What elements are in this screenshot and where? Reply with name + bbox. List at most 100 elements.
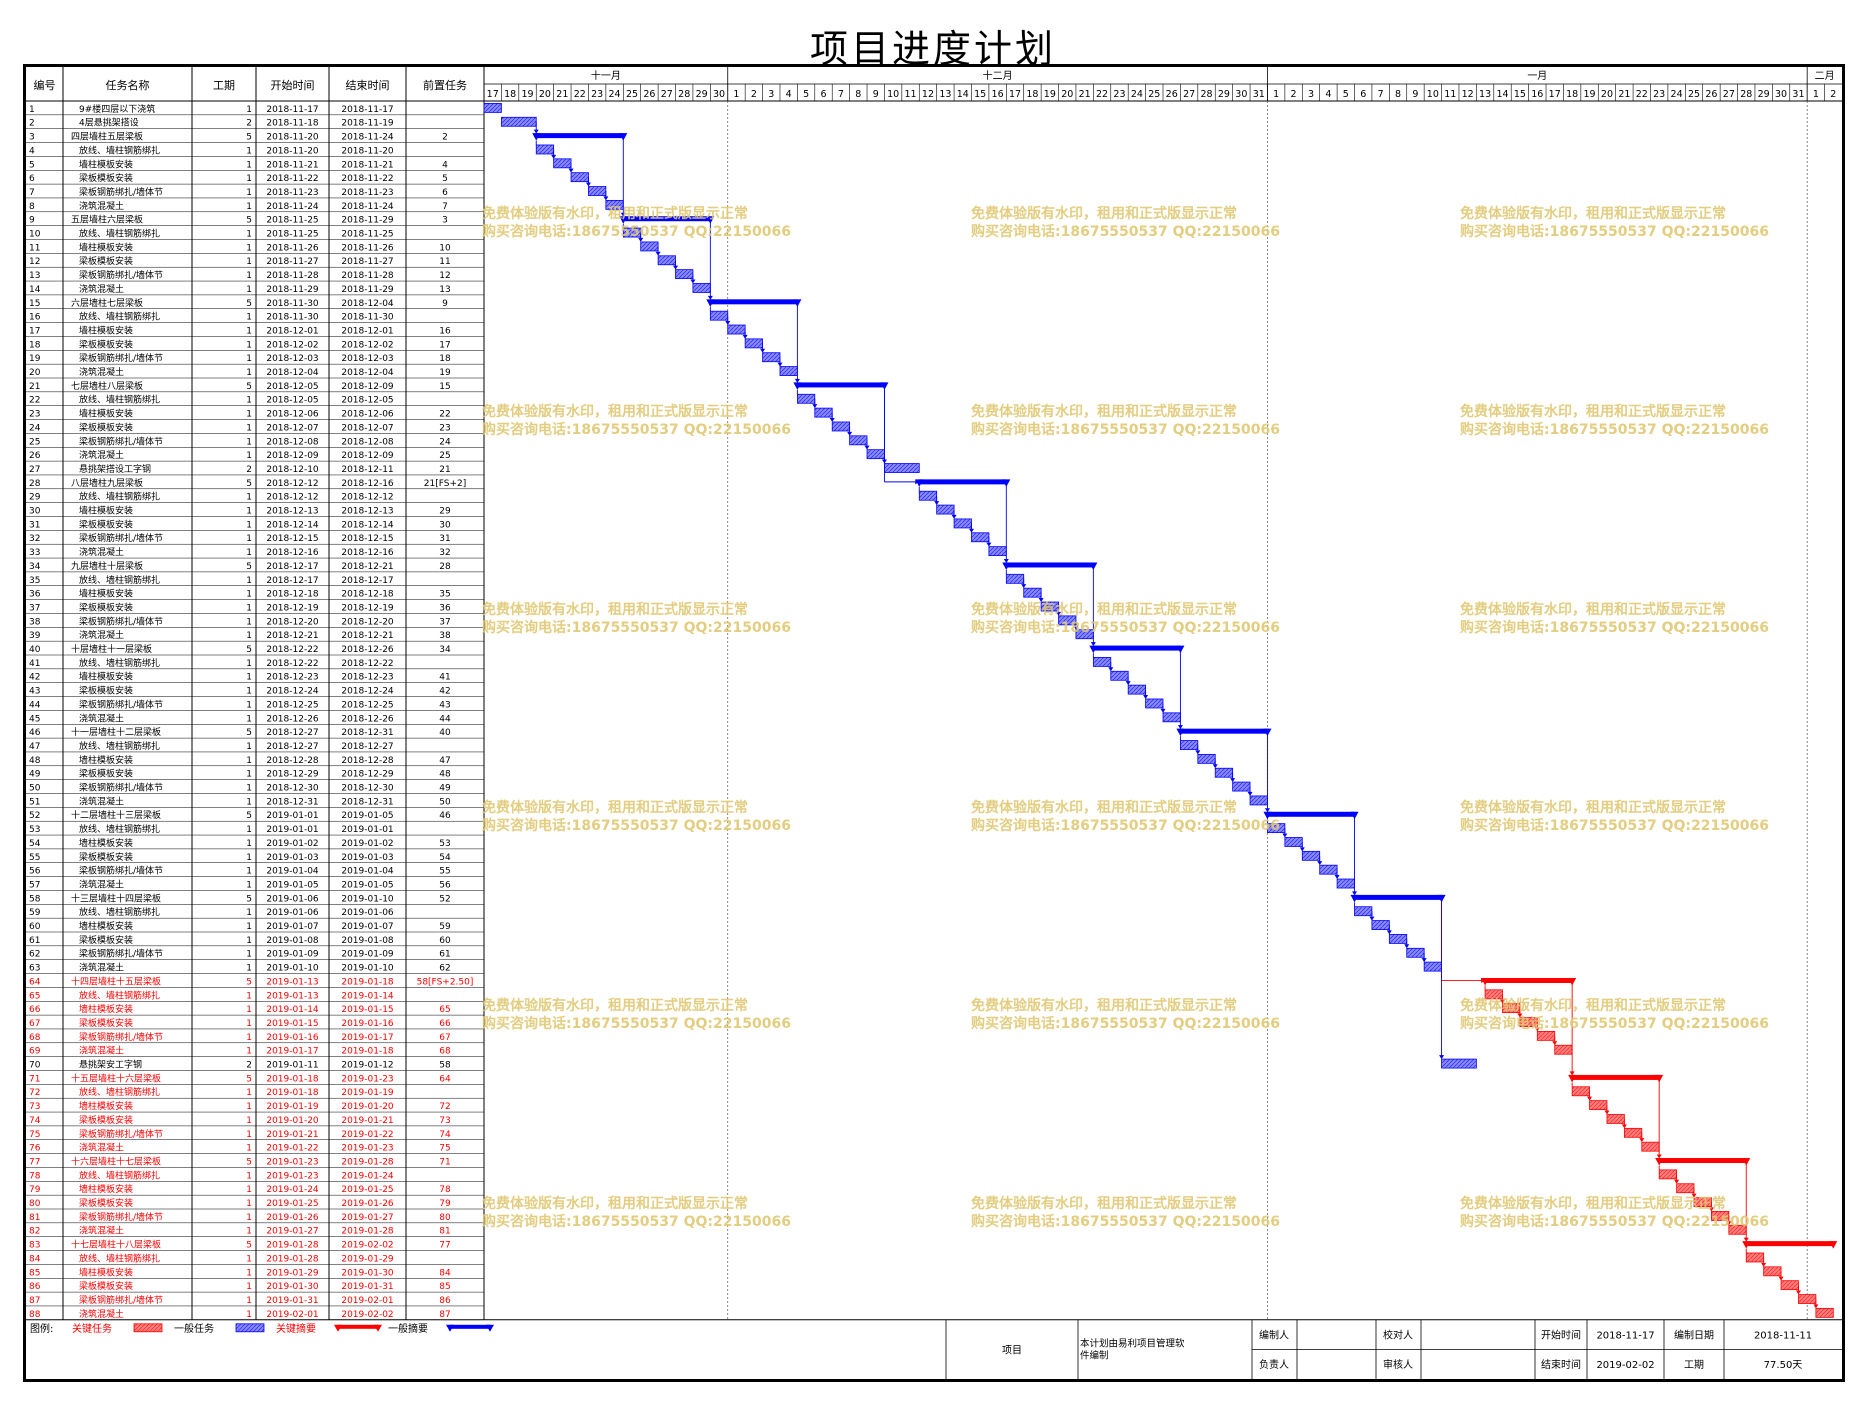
- day-label: 13: [939, 89, 951, 100]
- task-name: 墙柱模板安装: [79, 1100, 133, 1112]
- task-id: 40: [29, 645, 41, 655]
- task-name: 墙柱模板安装: [79, 158, 133, 170]
- day-label: 19: [1044, 89, 1056, 100]
- task-id: 7: [29, 188, 35, 198]
- task-name: 梁板钢筋绑扎/墙体节: [79, 698, 163, 710]
- task-id: 34: [29, 562, 41, 572]
- day-label: 20: [539, 89, 551, 100]
- dependency-arrowhead: [1264, 808, 1270, 813]
- task-bar: [1780, 1280, 1799, 1291]
- task-start: 2018-11-18: [266, 119, 319, 129]
- task-start: 2018-12-08: [266, 437, 319, 447]
- day-label: 17: [1549, 89, 1561, 100]
- task-end: 2019-01-05: [341, 811, 393, 821]
- task-start: 2018-12-23: [266, 673, 318, 683]
- task-bar: [953, 518, 972, 529]
- task-name: 浇筑混凝土: [79, 200, 124, 212]
- task-predecessor: 59: [439, 922, 451, 932]
- task-id: 73: [29, 1102, 40, 1112]
- task-start: 2019-01-31: [266, 1296, 318, 1306]
- task-duration: 1: [246, 160, 252, 170]
- task-duration: 5: [246, 728, 252, 738]
- task-start: 2018-12-12: [266, 479, 318, 489]
- task-name: 梁板钢筋绑扎/墙体节: [79, 615, 163, 627]
- task-predecessor: 42: [439, 687, 450, 697]
- task-id: 54: [29, 839, 41, 849]
- task-bar: [483, 103, 502, 113]
- task-start: 2018-12-04: [266, 368, 319, 378]
- dependency-arrowhead: [1299, 847, 1305, 852]
- task-predecessor: 16: [439, 326, 451, 336]
- task-end: 2018-12-26: [341, 645, 394, 655]
- task-predecessor: 40: [439, 728, 451, 738]
- task-id: 13: [29, 271, 40, 281]
- task-bar: [657, 255, 676, 266]
- task-id: 50: [29, 784, 41, 794]
- task-id: 87: [29, 1296, 40, 1306]
- task-bar: [1267, 823, 1286, 834]
- task-id: 36: [29, 590, 41, 600]
- task-bar: [727, 324, 746, 335]
- task-start: 2018-12-15: [266, 534, 318, 544]
- day-label: 28: [678, 89, 690, 100]
- task-name: 梁板模板安装: [79, 851, 133, 863]
- task-start: 2018-11-24: [266, 202, 319, 212]
- task-id: 53: [29, 825, 40, 835]
- day-label: 20: [1601, 89, 1613, 100]
- task-name: 放线、墙柱钢筋绑扎: [79, 574, 160, 586]
- task-duration: 5: [246, 479, 252, 489]
- task-predecessor: 81: [439, 1227, 450, 1237]
- day-label: 9: [873, 89, 879, 100]
- day-label: 24: [609, 89, 621, 100]
- task-id: 32: [29, 534, 40, 544]
- task-name: 浇筑混凝土: [79, 962, 124, 974]
- task-start: 2018-12-22: [266, 645, 318, 655]
- task-start: 2019-01-05: [266, 880, 318, 890]
- task-duration: 1: [246, 603, 252, 613]
- task-id: 41: [29, 659, 40, 669]
- task-predecessor: 38: [439, 631, 451, 641]
- task-duration: 1: [246, 354, 252, 364]
- legend-label: 图例:: [30, 1322, 53, 1335]
- task-duration: 2: [246, 465, 252, 475]
- task-start: 2019-01-22: [266, 1144, 318, 1154]
- task-name: 梁板钢筋绑扎/墙体节: [79, 435, 163, 447]
- task-end: 2019-01-23: [341, 1144, 393, 1154]
- software-note-cont: 件编制: [1080, 1349, 1109, 1361]
- day-label: 31: [1253, 89, 1265, 100]
- task-id: 25: [29, 437, 40, 447]
- task-bar: [1441, 1058, 1477, 1069]
- task-start: 2019-01-10: [266, 964, 319, 974]
- dependency-arrowhead: [1212, 764, 1218, 769]
- task-end: 2019-01-19: [341, 1088, 394, 1098]
- day-label: 5: [1343, 89, 1349, 100]
- task-duration: 1: [246, 714, 252, 724]
- task-end: 2018-12-28: [341, 756, 394, 766]
- month-label: 十二月: [983, 69, 1013, 82]
- summary-bar: [1746, 1241, 1834, 1247]
- task-predecessor: 48: [439, 770, 451, 780]
- day-label: 26: [1166, 89, 1178, 100]
- task-name: 墙柱模板安装: [79, 408, 133, 420]
- day-label: 29: [1218, 89, 1230, 100]
- legend-critical-summary-swatch: [338, 1324, 378, 1329]
- task-end: 2018-12-03: [341, 354, 393, 364]
- task-predecessor: 24: [439, 437, 451, 447]
- legend-normal-task: 一般任务: [174, 1322, 214, 1335]
- dependency-arrowhead: [1090, 642, 1096, 647]
- task-end: 2019-02-02: [341, 1241, 393, 1251]
- task-id: 24: [29, 423, 41, 433]
- task-start: 2018-11-20: [266, 146, 319, 156]
- day-label: 1: [1273, 89, 1279, 100]
- task-duration: 1: [246, 880, 252, 890]
- task-id: 82: [29, 1227, 40, 1237]
- dependency-arrowhead: [1056, 611, 1062, 616]
- task-name: 十一层墙柱十二层梁板: [71, 726, 161, 738]
- task-predecessor: 15: [439, 382, 450, 392]
- task-start: 2018-12-06: [266, 410, 319, 420]
- task-duration: 2: [246, 1061, 252, 1071]
- task-predecessor: 4: [442, 160, 448, 170]
- task-duration: 1: [246, 1268, 252, 1278]
- task-start: 2018-12-03: [266, 354, 318, 364]
- task-duration: 1: [246, 1254, 252, 1264]
